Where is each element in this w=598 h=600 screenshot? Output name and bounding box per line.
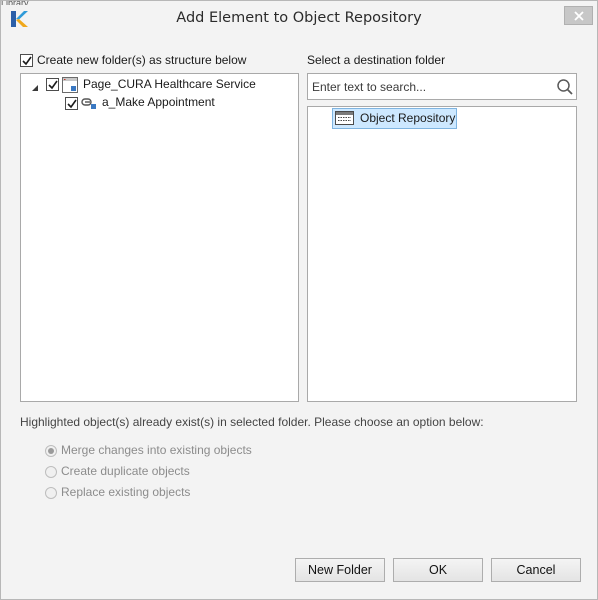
web-page-icon bbox=[62, 77, 78, 93]
radio-duplicate[interactable] bbox=[45, 466, 57, 478]
radio-merge[interactable] bbox=[45, 445, 57, 457]
close-button[interactable] bbox=[564, 6, 593, 25]
create-folder-checkbox[interactable] bbox=[20, 54, 33, 67]
radio-merge-label: Merge changes into existing objects bbox=[61, 443, 252, 457]
destination-folder-panel bbox=[307, 106, 577, 402]
radio-duplicate-label: Create duplicate objects bbox=[61, 464, 190, 478]
link-element-icon bbox=[81, 96, 98, 110]
radio-replace-label: Replace existing objects bbox=[61, 485, 191, 499]
folder-item-label: Object Repository bbox=[360, 111, 456, 125]
checkmark-icon bbox=[67, 99, 77, 109]
title-bar: Library Add Element to Object Repository bbox=[1, 1, 597, 37]
element-tree-panel bbox=[20, 73, 299, 402]
radio-selected-dot bbox=[48, 448, 54, 454]
repository-folder-icon bbox=[335, 110, 354, 126]
radio-replace[interactable] bbox=[45, 487, 57, 499]
destination-folder-label: Select a destination folder bbox=[307, 53, 446, 67]
checkmark-icon bbox=[48, 80, 58, 90]
checkmark-icon bbox=[22, 56, 32, 66]
title-cutoff-text: Library bbox=[1, 1, 61, 5]
tree-checkbox-element[interactable] bbox=[65, 97, 78, 110]
tree-item-page-label[interactable]: Page_CURA Healthcare Service bbox=[83, 77, 256, 92]
dialog-title: Add Element to Object Repository bbox=[176, 10, 422, 26]
ok-button[interactable]: OK bbox=[393, 558, 483, 582]
add-element-dialog: Library Add Element to Object Repository… bbox=[0, 0, 598, 600]
tree-item-element-label[interactable]: a_Make Appointment bbox=[102, 95, 215, 110]
new-folder-button[interactable]: New Folder bbox=[295, 558, 385, 582]
search-input[interactable] bbox=[312, 77, 547, 96]
conflict-info-text: Highlighted object(s) already exist(s) i… bbox=[20, 415, 484, 429]
search-box bbox=[307, 73, 577, 100]
folder-item-object-repository[interactable]: Object Repository bbox=[332, 108, 457, 129]
close-icon bbox=[574, 11, 584, 21]
tree-checkbox-page[interactable] bbox=[46, 78, 59, 91]
cancel-button[interactable]: Cancel bbox=[491, 558, 581, 582]
expand-arrow-icon[interactable] bbox=[31, 81, 39, 91]
create-folder-label: Create new folder(s) as structure below bbox=[37, 53, 247, 67]
search-icon[interactable] bbox=[556, 78, 574, 96]
